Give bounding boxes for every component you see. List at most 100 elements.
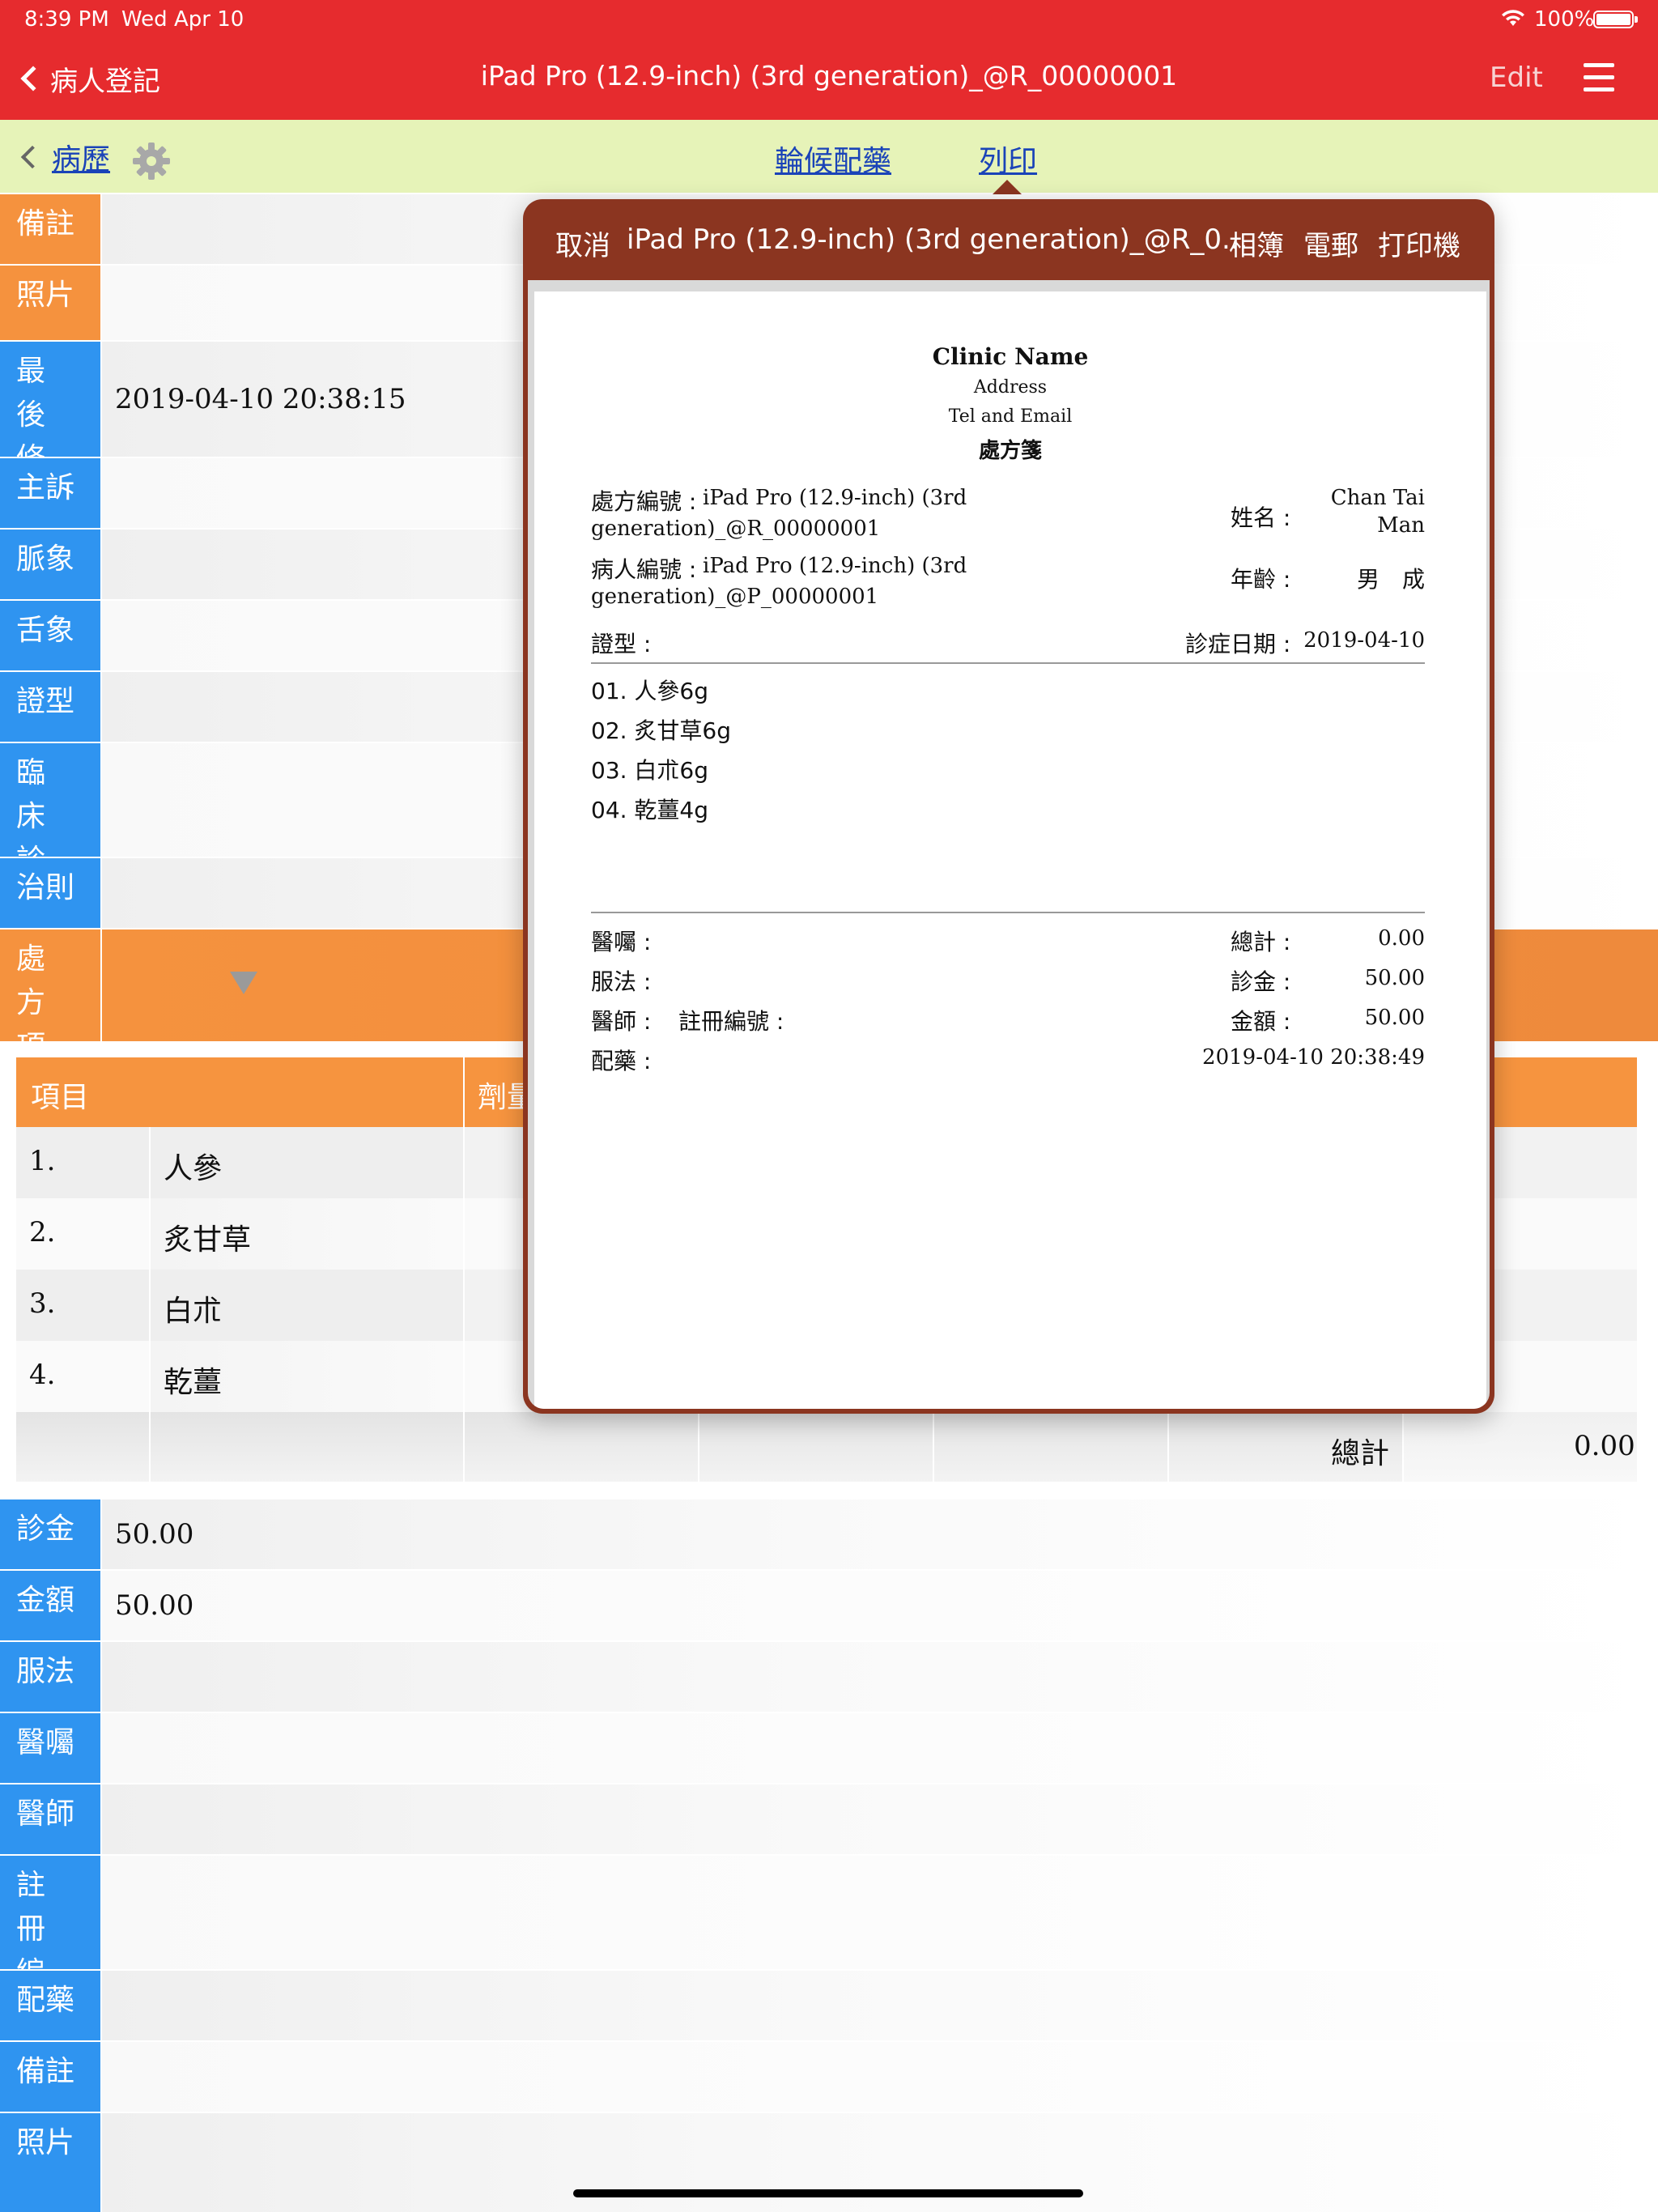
wifi-icon bbox=[1502, 10, 1524, 26]
chevron-left-icon bbox=[20, 145, 45, 169]
field-label: 備註 bbox=[0, 2040, 100, 2112]
cancel-button[interactable]: 取消 bbox=[555, 223, 610, 263]
dispense-field[interactable] bbox=[102, 1969, 1658, 2040]
patient-name-label: 姓名 : bbox=[1231, 504, 1291, 531]
field-label: 照片 bbox=[0, 264, 100, 340]
field-label: 舌象 bbox=[0, 599, 100, 670]
printer-button[interactable]: 打印機 bbox=[1378, 223, 1460, 263]
popover-body: Clinic Name Address Tel and Email 處方箋 處方… bbox=[528, 280, 1490, 1409]
total-cell bbox=[934, 1412, 1167, 1482]
medical-record-back-button[interactable]: 病歷 bbox=[20, 141, 110, 177]
form-row-dispense: 配藥 bbox=[0, 1969, 1658, 2040]
total-cell bbox=[465, 1412, 698, 1482]
printed-timestamp: 2019-04-10 20:38:49 bbox=[1202, 1045, 1425, 1070]
rx-no-value-line1: iPad Pro (12.9-inch) (3rd bbox=[703, 486, 967, 510]
home-indicator[interactable] bbox=[573, 2189, 1083, 2197]
amount-value: 50.00 bbox=[1364, 1006, 1425, 1030]
table-total-label: 總計 bbox=[1331, 1437, 1390, 1470]
patient-name-line2: Man bbox=[1377, 513, 1425, 538]
usage-field[interactable] bbox=[102, 1640, 1658, 1712]
row-herb-name: 乾薑 bbox=[164, 1366, 223, 1399]
field-label: 照片 bbox=[0, 2112, 100, 2212]
herb-line: 04. 乾薑4g bbox=[591, 797, 709, 823]
consult-fee-field[interactable]: 50.00 bbox=[102, 1498, 1658, 1569]
form-row-remarks-bottom: 備註 bbox=[0, 2040, 1658, 2112]
patient-name-line1: Chan Tai bbox=[1330, 486, 1425, 510]
field-label: 備註 bbox=[0, 193, 100, 264]
herb-line: 02. 炙甘草6g bbox=[591, 717, 732, 744]
total-label: 總計 : bbox=[1231, 929, 1291, 955]
doctor-field[interactable] bbox=[102, 1783, 1658, 1854]
dropdown-triangle-icon[interactable] bbox=[230, 972, 257, 994]
total-value: 0.00 bbox=[1378, 926, 1425, 951]
back-button[interactable]: 病人登記 bbox=[18, 57, 160, 100]
column-divider bbox=[463, 1057, 465, 1127]
gender-age-value: 男 成 bbox=[1356, 566, 1425, 593]
remarks-bottom-field[interactable] bbox=[102, 2040, 1658, 2112]
field-label: 醫師 bbox=[0, 1783, 100, 1854]
dispense-label: 配藥 : bbox=[591, 1048, 652, 1074]
chevron-left-icon bbox=[20, 66, 46, 91]
total-cell bbox=[16, 1412, 149, 1482]
doctor-label: 醫師 : bbox=[591, 1008, 652, 1035]
amount-label: 金額 : bbox=[1231, 1008, 1291, 1035]
row-number: 1. bbox=[29, 1145, 56, 1177]
field-label: 醫囑 bbox=[0, 1712, 100, 1783]
usage-label: 服法 : bbox=[591, 968, 652, 995]
divider bbox=[591, 662, 1425, 664]
herb-line: 01. 人參6g bbox=[591, 678, 709, 704]
advice-label: 醫囑 : bbox=[591, 929, 652, 955]
rx-no-value-line2: generation)_@R_00000001 bbox=[591, 517, 881, 541]
field-label: 主訴 bbox=[0, 457, 100, 528]
tab-print[interactable]: 列印 bbox=[979, 138, 1037, 180]
navigation-bar: 病人登記 iPad Pro (12.9-inch) (3rd generatio… bbox=[0, 39, 1658, 120]
amount-field[interactable]: 50.00 bbox=[102, 1569, 1658, 1640]
hamburger-menu-icon[interactable] bbox=[1584, 63, 1614, 94]
form-row-amount: 金額 50.00 bbox=[0, 1569, 1658, 1640]
age-label: 年齡 : bbox=[1231, 566, 1291, 593]
advice-field[interactable] bbox=[102, 1712, 1658, 1783]
clinic-address: Address bbox=[973, 377, 1048, 398]
fee-value: 50.00 bbox=[1364, 966, 1425, 990]
popover-toolbar: 取消 iPad Pro (12.9-inch) (3rd generation)… bbox=[523, 199, 1494, 280]
print-preview-popover: 取消 iPad Pro (12.9-inch) (3rd generation)… bbox=[523, 199, 1494, 1414]
total-cell bbox=[151, 1412, 463, 1482]
edit-button[interactable]: Edit bbox=[1490, 62, 1543, 94]
field-label: 診金 bbox=[0, 1498, 100, 1569]
status-date: Wed Apr 10 bbox=[121, 7, 244, 32]
page-title: iPad Pro (12.9-inch) (3rd generation)_@R… bbox=[480, 60, 1178, 91]
email-button[interactable]: 電郵 bbox=[1303, 223, 1358, 263]
album-button[interactable]: 相簿 bbox=[1229, 223, 1284, 263]
tab-dispense-queue[interactable]: 輪候配藥 bbox=[775, 138, 891, 180]
clinic-name: Clinic Name bbox=[932, 343, 1089, 370]
field-label: 處方項目 bbox=[0, 928, 100, 1107]
medical-record-link: 病歷 bbox=[52, 143, 111, 177]
field-label: 金額 bbox=[0, 1569, 100, 1640]
row-herb-name: 炙甘草 bbox=[164, 1223, 252, 1257]
prescription-heading: 處方箋 bbox=[978, 439, 1042, 463]
patient-no-value-line1: iPad Pro (12.9-inch) (3rd bbox=[703, 554, 967, 578]
herb-line: 03. 白朮6g bbox=[591, 757, 709, 784]
row-herb-name: 白朮 bbox=[164, 1295, 223, 1328]
row-number: 4. bbox=[29, 1359, 56, 1391]
field-label: 註冊編號 bbox=[0, 1854, 100, 2033]
table-total-value: 0.00 bbox=[1574, 1430, 1635, 1462]
syndrome-label: 證型 : bbox=[591, 631, 652, 657]
rx-no-label: 處方編號 : bbox=[591, 488, 697, 515]
form-row-usage: 服法 bbox=[0, 1640, 1658, 1712]
row-herb-name: 人參 bbox=[164, 1152, 223, 1185]
status-bar: 8:39 PM Wed Apr 10 100% bbox=[0, 0, 1658, 39]
clinic-tel-email: Tel and Email bbox=[948, 406, 1073, 427]
back-button-label: 病人登記 bbox=[50, 65, 160, 98]
field-label: 脈象 bbox=[0, 528, 100, 599]
form-row-doctor: 醫師 bbox=[0, 1783, 1658, 1854]
field-label: 服法 bbox=[0, 1640, 100, 1712]
table-total-row: 總計 0.00 bbox=[16, 1412, 1637, 1482]
status-time: 8:39 PM bbox=[24, 7, 109, 32]
popover-arrow bbox=[993, 180, 1022, 194]
gear-icon[interactable] bbox=[131, 141, 172, 181]
field-label: 最後修改 bbox=[0, 340, 100, 519]
registration-no-field[interactable] bbox=[102, 1854, 1658, 1969]
total-cell bbox=[699, 1412, 933, 1482]
visit-date-label: 診症日期 : bbox=[1185, 631, 1291, 657]
